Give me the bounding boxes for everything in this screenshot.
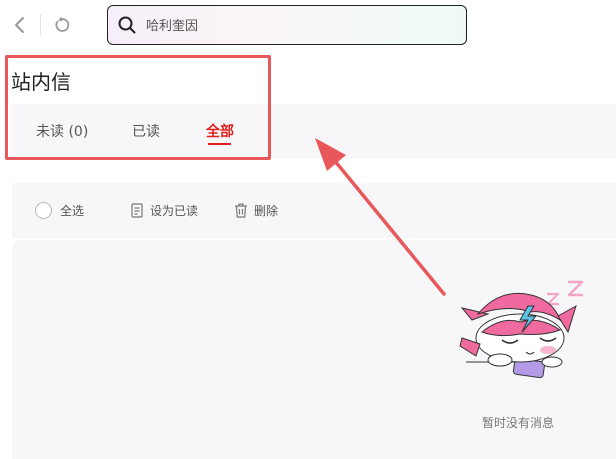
delete-label: 删除 xyxy=(254,203,279,218)
nav-divider xyxy=(40,14,41,36)
message-toolbar xyxy=(12,183,616,238)
select-all-label: 全选 xyxy=(60,203,85,218)
empty-state-message: 暂时没有消息 xyxy=(482,416,555,430)
mark-read-label: 设为已读 xyxy=(150,203,199,218)
back-button[interactable] xyxy=(9,14,31,36)
refresh-button[interactable] xyxy=(51,14,73,36)
select-all-checkbox[interactable] xyxy=(35,201,52,219)
trash-icon xyxy=(234,203,248,218)
search-icon xyxy=(118,16,136,34)
select-all-button[interactable]: 全选 xyxy=(35,200,84,220)
refresh-icon xyxy=(55,16,70,32)
top-bar xyxy=(0,0,616,52)
annotation-highlight-box xyxy=(5,55,271,160)
mark-read-button[interactable]: 设为已读 xyxy=(131,200,198,220)
search-box[interactable] xyxy=(107,5,467,45)
delete-button[interactable]: 删除 xyxy=(234,200,278,220)
back-icon xyxy=(15,17,24,33)
sleeping-mascot-illustration xyxy=(459,280,584,379)
search-input[interactable] xyxy=(146,6,456,43)
mark-read-icon xyxy=(131,202,144,218)
